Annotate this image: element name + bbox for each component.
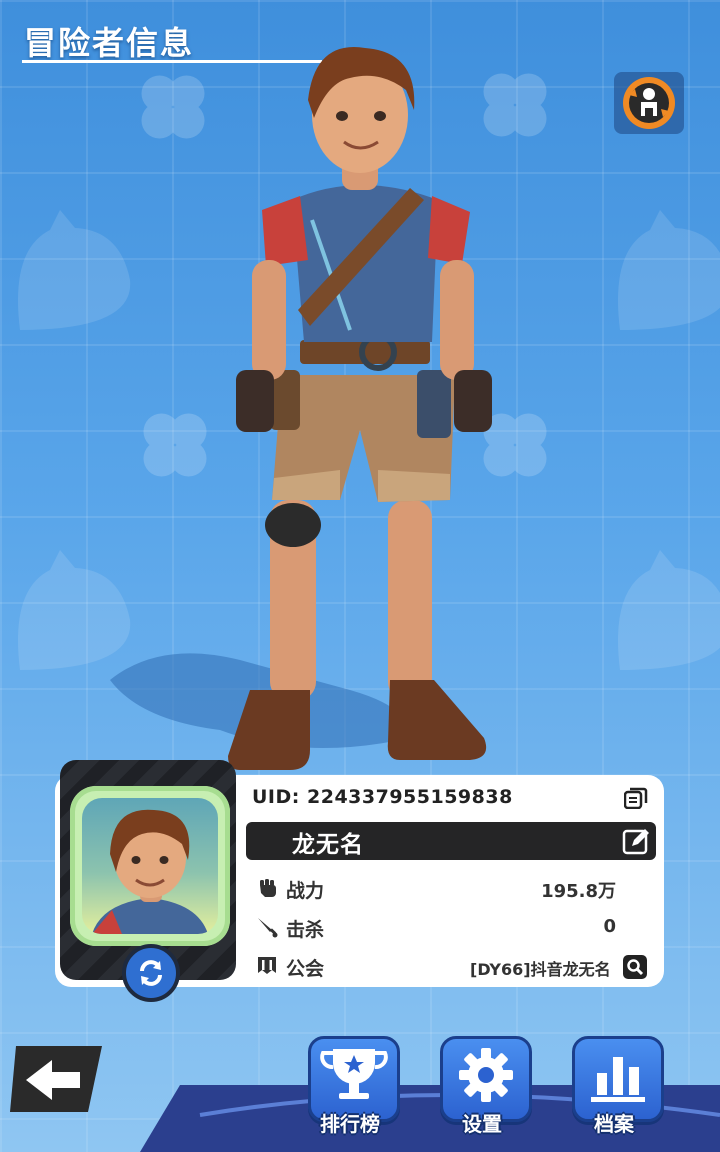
back-button[interactable] bbox=[8, 1042, 104, 1114]
switch-character-button[interactable] bbox=[614, 72, 684, 134]
mascot-watermark-icon bbox=[18, 210, 131, 330]
trophy-icon bbox=[320, 1049, 388, 1099]
page-title: 冒险者信息 bbox=[24, 24, 195, 62]
avatar-image bbox=[82, 798, 218, 934]
guild-search-button[interactable] bbox=[623, 955, 647, 979]
power-value: 195.8万 bbox=[541, 881, 616, 902]
power-label: 战力 bbox=[286, 880, 325, 902]
fist-icon bbox=[260, 879, 276, 897]
profile-archive-label: 档案 bbox=[594, 1112, 634, 1136]
game-screen: 冒险者信息 UID: 224337955159838 龙无名 战力 195.8万… bbox=[0, 0, 720, 1152]
kills-value: 0 bbox=[603, 916, 616, 937]
search-icon bbox=[627, 959, 644, 976]
copy-icon[interactable] bbox=[624, 787, 648, 809]
character-model bbox=[228, 47, 492, 770]
player-name: 龙无名 bbox=[292, 832, 364, 858]
uid-text: UID: 224337955159838 bbox=[252, 786, 513, 808]
guild-label: 公会 bbox=[286, 958, 325, 980]
uid-value: 224337955159838 bbox=[307, 786, 513, 808]
mascot-watermark-icon bbox=[618, 550, 720, 670]
sword-icon bbox=[258, 918, 278, 938]
guild-value: [DY66]抖音龙无名 bbox=[470, 960, 611, 979]
uid-label: UID: bbox=[252, 786, 300, 808]
kills-label: 击杀 bbox=[286, 919, 325, 941]
refresh-avatar-button[interactable] bbox=[122, 944, 180, 1002]
settings-label: 设置 bbox=[462, 1112, 502, 1136]
leaderboard-label: 排行榜 bbox=[320, 1112, 380, 1136]
gear-icon bbox=[459, 1048, 513, 1102]
edit-name-icon[interactable] bbox=[622, 827, 650, 855]
guild-banner-icon bbox=[258, 957, 276, 974]
bar-chart-icon bbox=[591, 1057, 645, 1102]
mascot-watermark-icon bbox=[618, 210, 720, 330]
avatar-portrait bbox=[92, 809, 208, 934]
character-swap-icon bbox=[623, 77, 675, 129]
avatar[interactable] bbox=[70, 786, 230, 946]
refresh-icon bbox=[140, 960, 162, 986]
